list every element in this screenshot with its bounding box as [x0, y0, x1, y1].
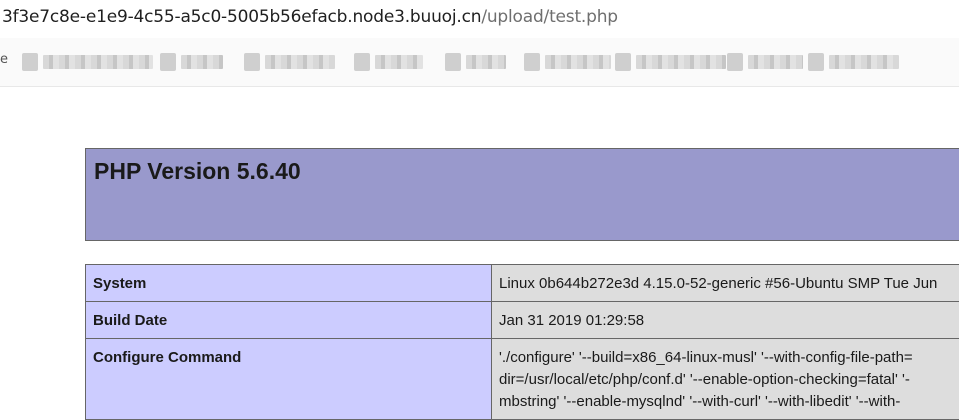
bookmark-favicon-icon [445, 53, 461, 71]
phpinfo-table: System Linux 0b644b272e3d 4.15.0-52-gene… [85, 264, 959, 420]
row-key: Build Date [86, 302, 492, 339]
bookmark-favicon-icon [354, 53, 370, 71]
page-title: PHP Version 5.6.40 [94, 158, 301, 185]
bookmarks-edge-glyph: e [0, 52, 8, 67]
url-host: 3f3e7c8e-e1e9-4c55-a5c0-5005b56efacb.nod… [2, 7, 481, 27]
row-value: Jan 31 2019 01:29:58 [492, 302, 959, 339]
bookmark-item-3[interactable] [244, 52, 335, 72]
bookmark-item-2[interactable] [160, 52, 223, 72]
url-text[interactable]: 3f3e7c8e-e1e9-4c55-a5c0-5005b56efacb.nod… [2, 7, 618, 27]
bookmark-label-blurred [181, 55, 223, 69]
bookmark-favicon-icon [160, 53, 176, 71]
bookmarks-bar: e [0, 38, 959, 87]
bookmark-favicon-icon [524, 53, 540, 71]
bookmark-favicon-icon [727, 53, 743, 71]
bookmark-item-4[interactable] [354, 52, 423, 72]
bookmark-favicon-icon [808, 53, 824, 71]
row-key: System [86, 265, 492, 302]
bookmark-favicon-icon [615, 53, 631, 71]
bookmark-item-9[interactable] [808, 52, 899, 72]
bookmark-label-blurred [636, 55, 726, 69]
bookmark-item-6[interactable] [524, 52, 611, 72]
bookmark-item-8[interactable] [727, 52, 803, 72]
bookmark-label-blurred [265, 55, 335, 69]
table-row: Configure Command './configure' '--build… [86, 339, 959, 420]
table-row: Build Date Jan 31 2019 01:29:58 [86, 302, 959, 339]
bookmark-label-blurred [466, 55, 506, 69]
bookmark-label-blurred [829, 55, 899, 69]
bookmark-label-blurred [43, 55, 153, 69]
bookmark-favicon-icon [244, 53, 260, 71]
php-version-header: PHP Version 5.6.40 [85, 148, 959, 241]
bookmark-item-7[interactable] [615, 52, 726, 72]
row-key: Configure Command [86, 339, 492, 420]
bookmark-label-blurred [545, 55, 611, 69]
address-bar[interactable]: 3f3e7c8e-e1e9-4c55-a5c0-5005b56efacb.nod… [0, 0, 959, 36]
url-path: /upload/test.php [481, 7, 618, 27]
bookmark-item-5[interactable] [445, 52, 506, 72]
bookmark-label-blurred [748, 55, 803, 69]
bookmark-item-1[interactable] [22, 52, 153, 72]
row-value: Linux 0b644b272e3d 4.15.0-52-generic #56… [492, 265, 959, 302]
bookmark-label-blurred [375, 55, 423, 69]
table-row: System Linux 0b644b272e3d 4.15.0-52-gene… [86, 265, 959, 302]
row-value: './configure' '--build=x86_64-linux-musl… [492, 339, 959, 420]
bookmark-favicon-icon [22, 53, 38, 71]
